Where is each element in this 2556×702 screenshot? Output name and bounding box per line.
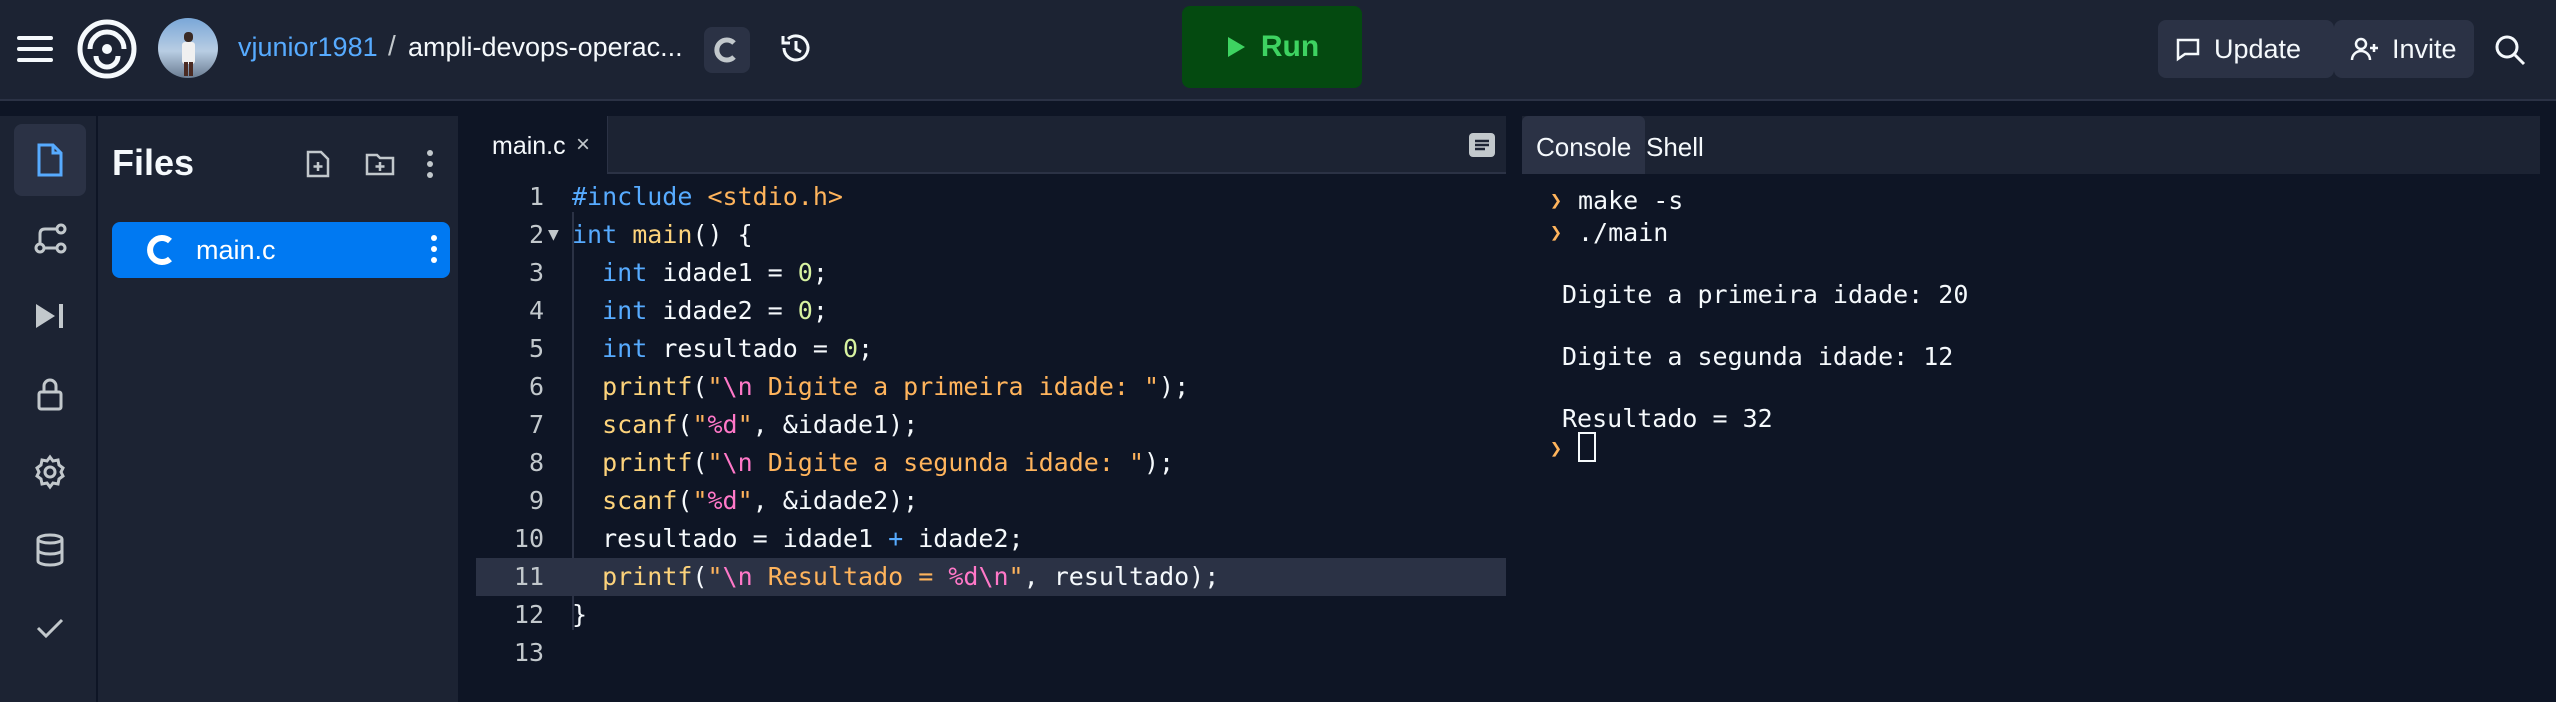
code-text: #include <stdio.h> [572,182,843,211]
run-button-label: Run [1260,30,1320,63]
breadcrumb-separator: / [388,30,396,61]
code-line[interactable]: 2 ▼ int main() { [476,216,1506,254]
tab-label: main.c [492,132,566,160]
prompt-icon: ❯ [1550,436,1563,460]
line-number: 8 [528,448,544,477]
fold-chevron-icon[interactable]: ▼ [548,216,559,254]
code-text: int main() { [572,220,753,249]
layout-icon[interactable] [1464,128,1500,162]
debugger-icon[interactable] [14,280,86,352]
line-number: 10 [513,524,544,553]
search-icon[interactable] [2486,26,2534,74]
line-number: 2 [528,220,544,249]
add-user-icon [2350,37,2378,61]
code-text: resultado = idade1 + idade2; [572,524,1024,553]
file-item-main-c[interactable]: main.c [112,222,450,278]
close-icon[interactable]: × [576,131,590,159]
new-file-icon[interactable] [298,144,338,184]
play-icon [1227,37,1245,57]
history-icon[interactable] [772,24,820,72]
code-line[interactable]: 7 scanf("%d", &idade1); [476,406,1506,444]
code-text: scanf("%d", &idade1); [602,410,919,439]
console-output-line: Digite a primeira idade: 20 [1562,280,1969,309]
code-text: scanf("%d", &idade2); [602,486,919,515]
code-line[interactable]: 11 printf("\n Resultado = %d\n", resulta… [476,558,1506,596]
tab-main-c[interactable]: main.c × [476,116,608,174]
breadcrumb-repl-name[interactable]: ampli-devops-operac... [408,32,683,63]
console-command: make -s [1578,186,1684,215]
line-number: 4 [528,296,544,325]
replit-logo-icon[interactable] [76,18,138,80]
files-icon[interactable] [14,124,86,196]
code-text: int idade1 = 0; [602,258,828,287]
invite-button-label: Invite [2392,33,2457,64]
line-number: 1 [528,182,544,211]
console-command: ./main [1578,218,1669,247]
console-panel: Console Shell ❯ make -s ❯ ./main Digite … [1522,116,2540,702]
database-icon[interactable] [14,514,86,586]
line-number: 13 [513,638,544,667]
activity-bar [0,116,96,702]
code-text: printf("\n Digite a primeira idade: "); [602,372,1190,401]
code-line[interactable]: 8 printf("\n Digite a segunda idade: "); [476,444,1506,482]
update-button[interactable]: Update [2158,20,2334,78]
tab-console[interactable]: Console [1522,116,1646,174]
line-number: 3 [528,258,544,287]
files-panel: Files main.c [96,116,458,702]
code-area[interactable]: 1 #include <stdio.h> 2 ▼ int main() { 3 int i… [476,174,1506,702]
line-number: 12 [513,600,544,629]
code-line[interactable]: 6 printf("\n Digite a primeira idade: ")… [476,368,1506,406]
console-output-line: Resultado = 32 [1562,404,1773,433]
breadcrumb-username[interactable]: vjunior1981 [238,32,378,63]
c-language-icon [147,235,172,265]
prompt-icon: ❯ [1550,188,1563,212]
code-line[interactable]: 10 resultado = idade1 + idade2; [476,520,1506,558]
line-number: 5 [528,334,544,363]
code-text: printf("\n Resultado = %d\n", resultado)… [602,562,1220,591]
new-folder-icon[interactable] [360,144,400,184]
line-number: 6 [528,372,544,401]
code-text: int resultado = 0; [602,334,874,363]
prompt-icon: ❯ [1550,220,1563,244]
code-line[interactable]: 9 scanf("%d", &idade2); [476,482,1506,520]
code-line[interactable]: 3 int idade1 = 0; [476,254,1506,292]
console-output-line: Digite a segunda idade: 12 [1562,342,1954,371]
editor-tab-bar: main.c × [476,116,1506,174]
update-button-label: Update [2214,33,2302,64]
checkmark-icon[interactable] [14,592,86,664]
file-more-icon[interactable] [430,234,438,264]
files-panel-title: Files [112,142,195,183]
code-line[interactable]: 4 int idade2 = 0; [476,292,1506,330]
console-output[interactable]: ❯ make -s ❯ ./main Digite a primeira ida… [1522,174,2540,702]
code-line[interactable]: 5 int resultado = 0; [476,330,1506,368]
code-text: } [572,600,588,629]
lock-icon[interactable] [14,358,86,430]
code-text: printf("\n Digite a segunda idade: "); [602,448,1175,477]
code-editor: main.c × 1 #include <stdio.h> 2 ▼ int main()… [476,116,1506,702]
line-number: 11 [513,562,544,591]
code-text: int idade2 = 0; [602,296,828,325]
invite-button[interactable]: Invite [2334,20,2474,78]
top-bar: vjunior1981 / ampli-devops-operac... Run… [0,0,2556,101]
avatar[interactable] [158,18,218,78]
line-number: 7 [528,410,544,439]
message-icon [2176,38,2200,62]
code-line[interactable]: 13 [476,634,1506,672]
code-line[interactable]: 12} [476,596,1506,634]
terminal-cursor [1578,432,1596,462]
code-line[interactable]: 1 #include <stdio.h> [476,178,1506,216]
hamburger-menu-icon[interactable] [14,28,56,70]
c-language-icon[interactable] [704,27,750,73]
tab-shell[interactable]: Shell [1632,116,1718,174]
run-button[interactable]: Run [1182,6,1362,88]
file-item-label: main.c [196,235,276,265]
files-more-icon[interactable] [410,144,450,184]
git-branch-icon[interactable] [14,202,86,274]
console-tab-bar: Console Shell [1522,116,2540,174]
line-number: 9 [528,486,544,515]
gear-icon[interactable] [14,436,86,508]
